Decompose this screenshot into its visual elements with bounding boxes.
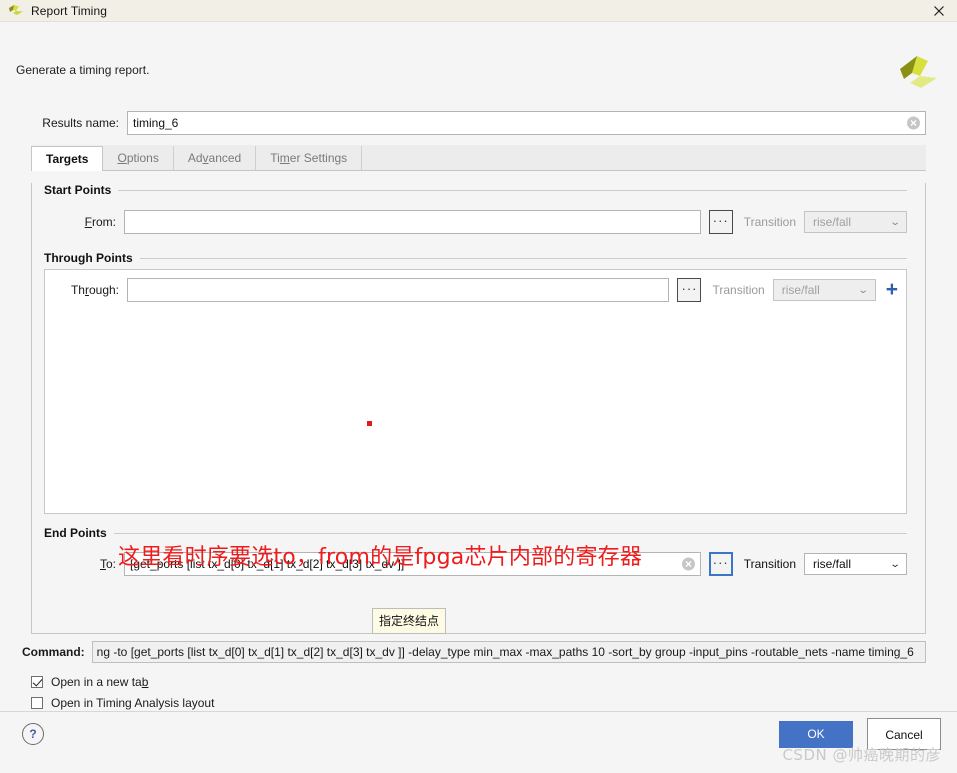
chevron-down-icon: ⌄	[889, 216, 901, 228]
tab-timer-settings-label: er Settings	[289, 151, 348, 165]
watermark: CSDN @帅癌晚期的彦	[782, 746, 941, 764]
open-in-new-tab-checkbox[interactable]	[31, 675, 43, 688]
to-transition-value: rise/fall	[813, 557, 852, 571]
help-icon[interactable]: ?	[22, 723, 44, 745]
from-transition-value: rise/fall	[813, 215, 852, 229]
results-name-row: Results name:	[0, 110, 957, 136]
results-name-label: Results name:	[42, 116, 119, 130]
through-points-group-header: Through Points	[32, 251, 925, 265]
through-points-list[interactable]: Through: ··· Transition rise/fall ⌄ +	[44, 269, 907, 514]
through-input-wrap	[127, 278, 670, 302]
add-through-point-button[interactable]: +	[886, 279, 898, 300]
through-browse-button[interactable]: ···	[677, 278, 702, 302]
command-row: Command: ng -to [get_ports [list tx_d[0]…	[0, 640, 957, 664]
results-name-input[interactable]	[127, 111, 926, 135]
end-points-title: End Points	[44, 526, 107, 540]
start-points-title: Start Points	[44, 183, 112, 197]
through-transition-value: rise/fall	[781, 283, 820, 297]
close-icon[interactable]	[931, 3, 947, 19]
from-transition-select[interactable]: rise/fall ⌄	[804, 211, 907, 233]
start-points-rule	[118, 189, 907, 191]
tab-timer-settings[interactable]: Timer Settings	[256, 146, 363, 170]
tab-advanced[interactable]: Advanced	[173, 146, 257, 170]
open-in-timing-layout-label: Open in Timing Analysis layout	[51, 695, 215, 710]
from-input[interactable]	[124, 210, 701, 234]
clear-to-icon[interactable]	[681, 557, 695, 571]
from-transition-label: Transition	[743, 215, 796, 229]
from-row: From: ··· Transition rise/fall ⌄	[32, 210, 925, 234]
through-input[interactable]	[127, 278, 670, 302]
from-browse-button[interactable]: ···	[708, 210, 733, 234]
through-points-title: Through Points	[44, 251, 133, 265]
window-titlebar: Report Timing	[0, 0, 957, 22]
tab-targets-label: Targets	[46, 152, 89, 166]
from-label: From:	[84, 215, 116, 229]
chevron-down-icon: ⌄	[857, 284, 870, 296]
open-in-timing-layout-checkbox[interactable]	[31, 696, 43, 709]
to-browse-button[interactable]: ···	[708, 552, 733, 576]
through-row: Through: ··· Transition rise/fall ⌄ +	[45, 270, 906, 302]
tab-targets[interactable]: Targets	[31, 146, 104, 171]
tabstrip-filler	[362, 146, 926, 170]
through-points-rule	[139, 257, 907, 259]
through-label: Through:	[70, 283, 119, 297]
annotation-dot	[367, 421, 372, 426]
command-label: Command:	[22, 645, 85, 659]
end-points-group-header: End Points	[32, 526, 925, 540]
dialog-footer: ? OK Cancel CSDN @帅癌晚期的彦	[0, 711, 957, 773]
to-transition-select[interactable]: rise/fall ⌄	[804, 553, 907, 575]
tabstrip: Targets Options Advanced Timer Settings	[31, 145, 926, 171]
tooltip: 指定终结点	[372, 608, 447, 634]
command-value[interactable]: ng -to [get_ports [list tx_d[0] tx_d[1] …	[91, 641, 926, 663]
dialog-body: Results name: Targets Options Advanced	[0, 94, 957, 773]
to-transition-label: Transition	[743, 557, 796, 571]
vivado-logo-icon	[8, 4, 24, 18]
tab-options[interactable]: Options	[103, 146, 174, 170]
window-title: Report Timing	[31, 3, 107, 18]
dialog-header: Generate a timing report.	[0, 22, 957, 95]
open-in-timing-layout-row[interactable]: Open in Timing Analysis layout	[0, 692, 957, 713]
to-label: To:	[99, 557, 116, 571]
through-transition-label: Transition	[712, 283, 765, 297]
start-points-group-header: Start Points	[32, 183, 925, 197]
annotation-text: 这里看时序要选to，from的是fpga芯片内部的寄存器	[118, 545, 643, 570]
tab-options-label: ptions	[126, 151, 159, 165]
end-points-rule	[113, 532, 907, 534]
open-in-new-tab-label: Open in a new tab	[51, 674, 149, 689]
clear-results-name-icon[interactable]	[907, 116, 920, 130]
results-name-input-wrap	[127, 111, 926, 135]
open-in-new-tab-row[interactable]: Open in a new tab	[0, 671, 957, 692]
xilinx-logo-icon	[897, 54, 939, 94]
chevron-down-icon: ⌄	[889, 558, 901, 570]
through-transition-select[interactable]: rise/fall ⌄	[772, 279, 876, 301]
tab-advanced-label: anced	[208, 151, 242, 165]
from-input-wrap	[124, 210, 701, 234]
dialog-subtitle: Generate a timing report.	[16, 63, 150, 77]
